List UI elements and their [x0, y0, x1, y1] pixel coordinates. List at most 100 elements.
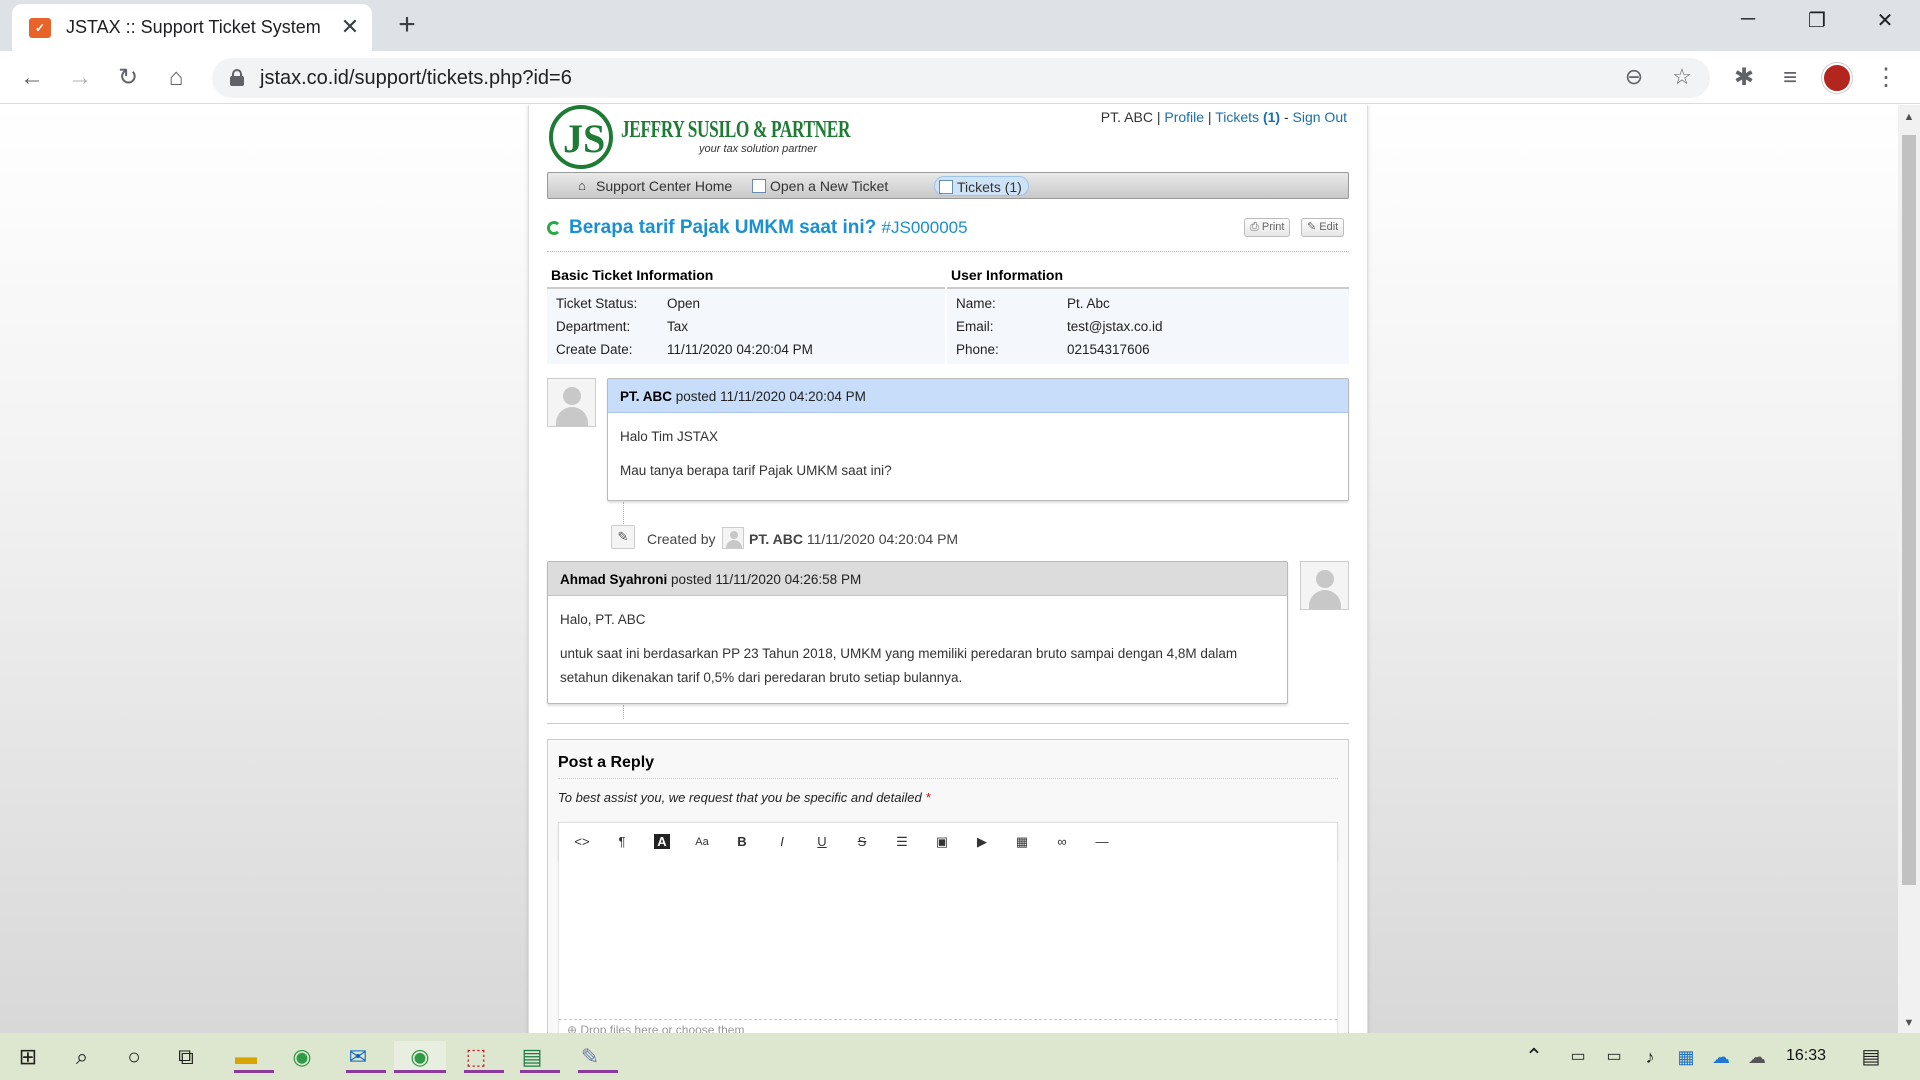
thread-posted: posted 11/11/2020 04:26:58 PM: [671, 572, 862, 587]
info-value: Tax: [667, 319, 689, 334]
nav-support-home-label: Support Center Home: [596, 178, 733, 194]
reply-textarea[interactable]: [559, 861, 1337, 1011]
thread-event-detail: PT. ABC 11/11/2020 04:20:04 PM: [749, 531, 958, 547]
rich-text-editor: <> ¶ A Aa B I U S ☰ ▣ ▶ ▦ ∞ — ⊕ Drop fil…: [558, 822, 1338, 1033]
print-button[interactable]: ⎙ Print: [1244, 218, 1291, 237]
onedrive-icon[interactable]: ☁: [1706, 1041, 1736, 1073]
network-icon[interactable]: ▭: [1600, 1041, 1628, 1073]
table-icon[interactable]: ▦: [1009, 831, 1035, 853]
outlook-icon[interactable]: ✉: [338, 1041, 386, 1073]
event-author: PT. ABC: [749, 531, 803, 547]
scroll-up-icon[interactable]: ▲: [1898, 111, 1920, 123]
link-icon[interactable]: ∞: [1049, 831, 1075, 853]
video-icon[interactable]: ▶: [969, 831, 995, 853]
close-tab-icon[interactable]: ✕: [337, 14, 363, 40]
file-explorer-icon[interactable]: ▬: [226, 1041, 274, 1073]
reload-icon[interactable]: ↻: [112, 62, 144, 94]
nav-tickets[interactable]: Tickets (1): [934, 176, 1029, 196]
thread-entry-header: Ahmad Syahroni posted 11/11/2020 04:26:5…: [548, 562, 1287, 596]
thread-event: Created by: [647, 531, 715, 547]
windows-start-icon[interactable]: ⊞: [8, 1041, 48, 1073]
minimize-icon[interactable]: ─: [1728, 8, 1768, 31]
nav-open-ticket-label: Open a New Ticket: [770, 178, 889, 194]
clock[interactable]: 16:33: [1786, 1047, 1826, 1065]
strikethrough-icon[interactable]: S: [849, 831, 875, 853]
cortana-icon[interactable]: ○: [114, 1041, 154, 1073]
address-bar[interactable]: jstax.co.id/support/tickets.php?id=6 ⊖ ☆: [212, 58, 1710, 98]
scroll-down-icon[interactable]: ▼: [1898, 1017, 1920, 1029]
dropzone-text: Drop files here or choose them: [580, 1023, 745, 1033]
profile-link[interactable]: Profile: [1164, 109, 1204, 125]
lock-icon[interactable]: [230, 69, 244, 86]
excel-icon[interactable]: ▤: [512, 1041, 560, 1073]
info-value: Pt. Abc: [1067, 296, 1110, 311]
thread-posted: posted 11/11/2020 04:20:04 PM: [675, 389, 866, 404]
ticket-title[interactable]: Berapa tarif Pajak UMKM saat ini? #JS000…: [569, 217, 968, 239]
horizontal-rule-icon[interactable]: —: [1089, 831, 1115, 853]
restore-icon[interactable]: ❐: [1797, 8, 1837, 33]
nav-open-ticket[interactable]: Open a New Ticket: [748, 176, 894, 196]
url-text[interactable]: jstax.co.id/support/tickets.php?id=6: [260, 67, 572, 90]
forward-icon[interactable]: →: [64, 62, 96, 94]
reply-hint: To best assist you, we request that you …: [558, 790, 930, 805]
bold-icon[interactable]: B: [729, 831, 755, 853]
notifications-icon[interactable]: ▤: [1856, 1041, 1886, 1073]
info-row-phone: Phone: 02154317606: [947, 338, 1349, 361]
acrobat-icon[interactable]: ⬚: [456, 1041, 504, 1073]
menu-kebab-icon[interactable]: ⋮: [1870, 62, 1902, 94]
search-icon[interactable]: ⌕: [62, 1041, 102, 1073]
thread-entry-body: Halo, PT. ABC untuk saat ini berdasarkan…: [548, 596, 1287, 712]
sign-out-link[interactable]: Sign Out: [1293, 109, 1347, 125]
battery-icon[interactable]: ▭: [1564, 1041, 1592, 1073]
page-scrollbar[interactable]: ▲ ▼: [1898, 105, 1920, 1033]
thread-author: PT. ABC: [620, 389, 673, 404]
list-icon[interactable]: ☰: [889, 831, 915, 853]
thread-line: untuk saat ini berdasarkan PP 23 Tahun 2…: [560, 646, 1238, 685]
keyboard-icon[interactable]: ▦: [1672, 1041, 1700, 1073]
browser-tab[interactable]: ✓ JSTAX :: Support Ticket System ✕: [12, 4, 372, 51]
media-control-icon[interactable]: ≡: [1774, 62, 1806, 94]
info-row-department: Department: Tax: [547, 315, 945, 338]
paint-icon[interactable]: ✎: [570, 1041, 618, 1073]
page-container: JS JEFFRY SUSILO & PARTNER your tax solu…: [528, 105, 1368, 1033]
info-key: Department:: [556, 319, 631, 334]
underline-icon[interactable]: U: [809, 831, 835, 853]
volume-icon[interactable]: ♪: [1636, 1041, 1664, 1073]
scroll-thumb[interactable]: [1902, 135, 1916, 885]
italic-icon[interactable]: I: [769, 831, 795, 853]
chrome-active-icon[interactable]: ◉: [394, 1041, 446, 1073]
task-view-icon[interactable]: ⧉: [166, 1041, 206, 1073]
tickets-link[interactable]: Tickets (1): [1215, 109, 1280, 125]
user-nav: PT. ABC | Profile | Tickets (1) - Sign O…: [1100, 109, 1347, 125]
bookmark-star-icon[interactable]: ☆: [1668, 64, 1696, 90]
chrome-icon[interactable]: ◉: [282, 1041, 322, 1073]
event-prefix: Created by: [647, 531, 716, 547]
tray-expand-icon[interactable]: ⌃: [1522, 1041, 1546, 1073]
code-view-icon[interactable]: <>: [569, 831, 595, 853]
info-value: 02154317606: [1067, 342, 1150, 357]
paragraph-icon[interactable]: ¶: [609, 831, 635, 853]
profile-avatar[interactable]: [1822, 63, 1852, 93]
refresh-icon[interactable]: [547, 221, 561, 235]
logo-name: JEFFRY SUSILO & PARTNER: [621, 117, 851, 143]
back-icon[interactable]: ←: [16, 62, 48, 94]
edit-button[interactable]: ✎ Edit: [1301, 218, 1345, 237]
site-logo[interactable]: JS JEFFRY SUSILO & PARTNER your tax solu…: [549, 105, 850, 169]
reply-hint-text: To best assist you, we request that you …: [558, 790, 922, 805]
close-window-icon[interactable]: ✕: [1865, 8, 1905, 33]
font-size-icon[interactable]: Aa: [689, 831, 715, 853]
onedrive-personal-icon[interactable]: ☁: [1742, 1041, 1772, 1073]
file-dropzone[interactable]: ⊕ Drop files here or choose them: [559, 1019, 1337, 1033]
new-ticket-icon: [752, 179, 766, 193]
font-color-icon[interactable]: A: [649, 831, 675, 853]
nav-support-home[interactable]: ⌂ Support Center Home: [574, 176, 738, 196]
image-icon[interactable]: ▣: [929, 831, 955, 853]
info-value: test@jstax.co.id: [1067, 319, 1163, 334]
new-tab-icon[interactable]: +: [390, 8, 424, 42]
reply-divider: [558, 778, 1338, 779]
extensions-icon[interactable]: ✱: [1728, 62, 1760, 94]
nav-tickets-label: Tickets (1): [957, 179, 1022, 195]
home-icon[interactable]: ⌂: [160, 62, 192, 94]
info-key: Email:: [956, 319, 994, 334]
zoom-icon[interactable]: ⊖: [1620, 64, 1648, 90]
